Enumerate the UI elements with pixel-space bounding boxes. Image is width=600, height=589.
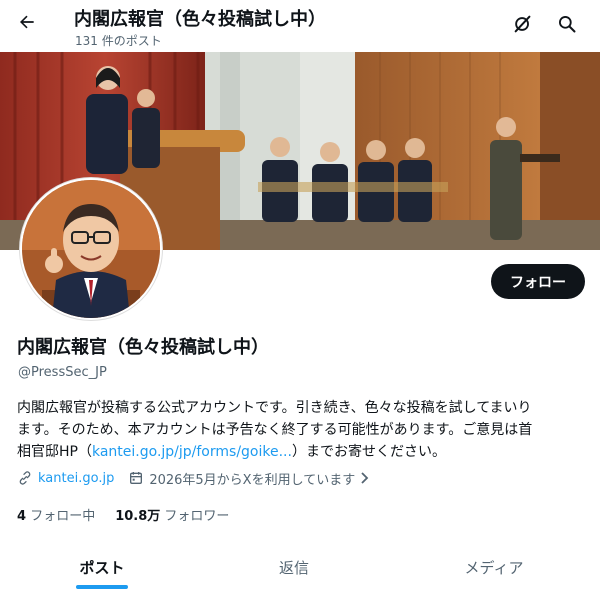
- bio-line-2: ます。そのため、本アカウントは予告なく終了する可能性があります。ご意見は首: [17, 422, 533, 438]
- bio-line-3: 相官邸HP（kantei.go.jp/jp/forms/goike...）までお…: [17, 441, 587, 463]
- chevron-right-icon[interactable]: [359, 471, 371, 485]
- following-stat[interactable]: 4 フォロー中: [17, 505, 95, 524]
- follow-button[interactable]: フォロー: [491, 264, 585, 299]
- followers-stat[interactable]: 10.8万 フォロワー: [115, 505, 229, 524]
- profile-handle: @PressSec_JP: [18, 365, 107, 380]
- tab-posts[interactable]: ポスト: [52, 545, 152, 589]
- followers-count: 10.8万: [115, 509, 161, 524]
- bio-link[interactable]: kantei.go.jp/jp/forms/goike...: [92, 444, 292, 460]
- tab-media[interactable]: メディア: [444, 545, 544, 589]
- bio-line-3-prefix: 相官邸HP（: [17, 444, 92, 460]
- avatar-cartoon-image: [22, 180, 160, 318]
- website-link[interactable]: kantei.go.jp: [38, 471, 114, 486]
- profile-avatar[interactable]: [20, 178, 162, 320]
- back-button[interactable]: [12, 7, 42, 37]
- profile-name: 内閣広報官（色々投稿試し中）: [17, 337, 269, 358]
- link-icon: [17, 470, 33, 486]
- back-arrow-icon: [20, 15, 34, 29]
- top-header: 内閣広報官（色々投稿試し中） 131 件のポスト: [0, 0, 600, 50]
- following-count: 4: [17, 509, 27, 524]
- profile-tabs: ポスト 返信 メディア: [0, 545, 600, 589]
- joined-date[interactable]: 2026年5月からXを利用しています: [149, 469, 355, 488]
- active-tab-indicator: [76, 585, 128, 589]
- profile-bio: 内閣広報官が投稿する公式アカウントです。引き続き、色々な投稿を試してまいり ます…: [17, 397, 587, 463]
- search-button[interactable]: [555, 12, 579, 36]
- bio-line-3-suffix: ）までお寄せください。: [291, 444, 446, 460]
- followers-label: フォロワー: [164, 509, 230, 524]
- tab-replies[interactable]: 返信: [244, 545, 344, 589]
- grok-icon: [514, 15, 531, 33]
- header-title: 内閣広報官（色々投稿試し中）: [74, 9, 326, 30]
- calendar-icon: [128, 470, 144, 486]
- following-label: フォロー中: [30, 509, 96, 524]
- profile-meta: kantei.go.jp 2026年5月からXを利用しています: [17, 468, 371, 488]
- bio-line-1: 内閣広報官が投稿する公式アカウントです。引き続き、色々な投稿を試してまいり: [17, 400, 532, 416]
- follow-stats: 4 フォロー中 10.8万 フォロワー: [17, 505, 229, 524]
- grok-button[interactable]: [511, 12, 535, 36]
- search-icon: [559, 16, 576, 33]
- post-count: 131 件のポスト: [75, 34, 162, 48]
